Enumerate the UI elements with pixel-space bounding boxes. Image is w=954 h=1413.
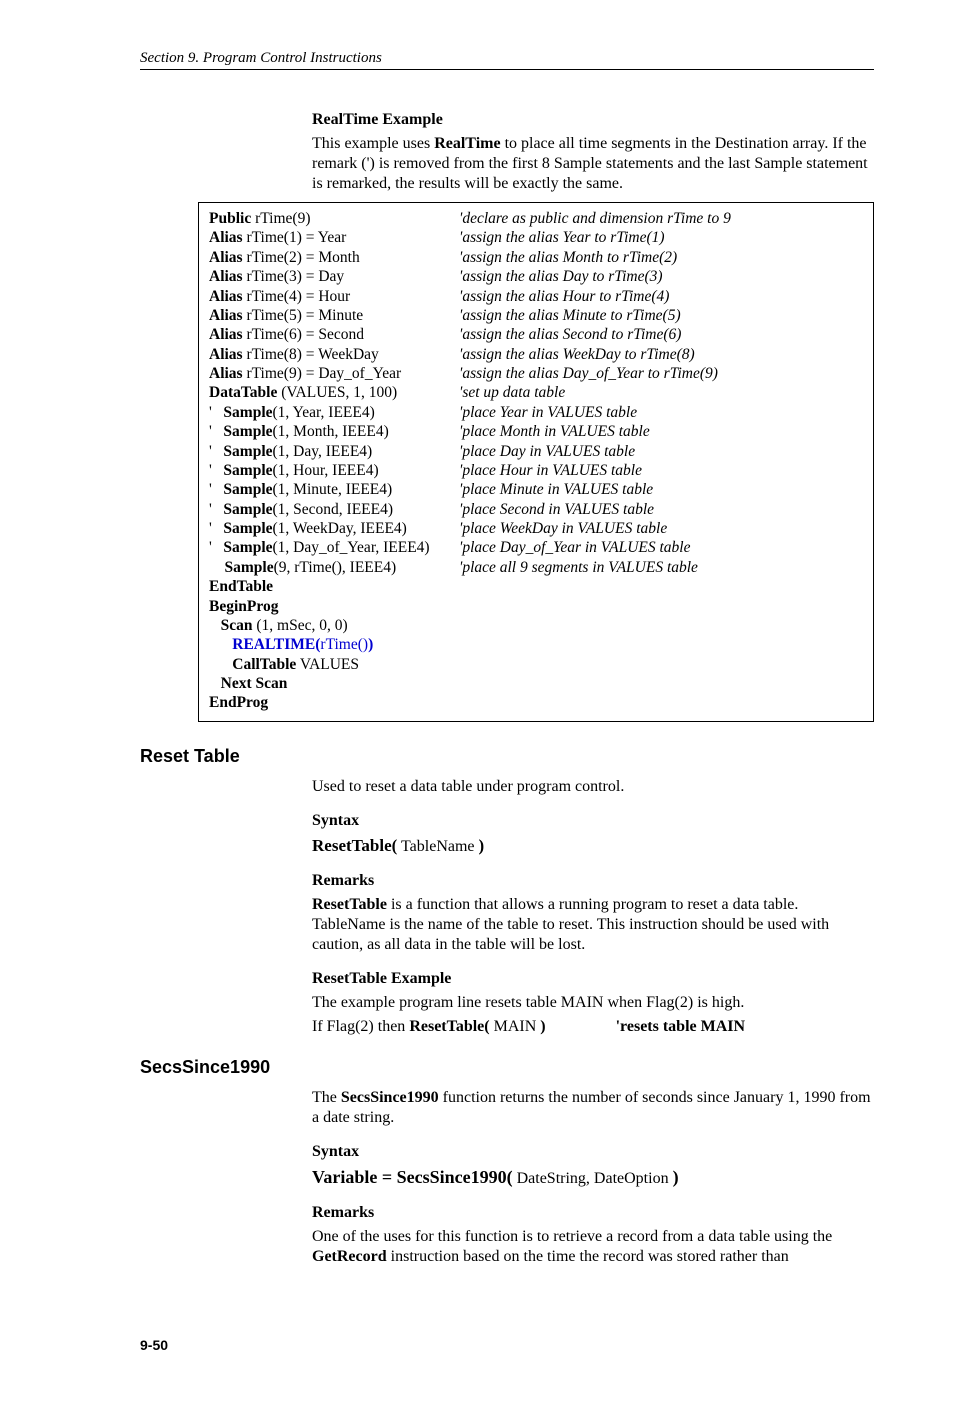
realtime-example-desc: This example uses RealTime to place all … <box>312 134 874 194</box>
text: ) <box>540 1018 545 1035</box>
text: ResetTable( <box>409 1018 489 1035</box>
remarks-label: Remarks <box>312 871 874 891</box>
syntax-label: Syntax <box>312 811 874 831</box>
text: ResetTable( <box>312 836 397 855</box>
code-line: ' Sample(1, Minute, IEEE4)'place Minute … <box>209 480 863 499</box>
code-line: ' Sample(1, Month, IEEE4)'place Month in… <box>209 422 863 441</box>
text: Variable = SecsSince1990( <box>312 1167 513 1187</box>
secs-remarks: One of the uses for this function is to … <box>312 1227 874 1267</box>
code-line: Alias rTime(8) = WeekDay'assign the alia… <box>209 345 863 364</box>
secssince1990-heading: SecsSince1990 <box>140 1057 874 1078</box>
code-line: EndTable <box>209 577 863 596</box>
reset-syntax: ResetTable( TableName ) <box>312 835 874 857</box>
syntax-label: Syntax <box>312 1142 874 1162</box>
text: TableName <box>397 838 478 855</box>
code-line: CallTable VALUES <box>209 655 863 674</box>
code-line: Alias rTime(9) = Day_of_Year'assign the … <box>209 364 863 383</box>
text: instruction based on the time the record… <box>387 1248 789 1265</box>
code-line: Public rTime(9)'declare as public and di… <box>209 209 863 228</box>
text: This example uses <box>312 135 434 152</box>
text: SecsSince1990 <box>341 1089 439 1106</box>
code-line: Next Scan <box>209 674 863 693</box>
text: The <box>312 1089 341 1106</box>
code-line: Alias rTime(5) = Minute'assign the alias… <box>209 306 863 325</box>
code-line: Alias rTime(2) = Month'assign the alias … <box>209 248 863 267</box>
text: GetRecord <box>312 1248 387 1265</box>
reset-example-line1: The example program line resets table MA… <box>312 993 874 1013</box>
code-line: ' Sample(1, Second, IEEE4)'place Second … <box>209 500 863 519</box>
code-line: Alias rTime(3) = Day'assign the alias Da… <box>209 267 863 286</box>
code-line: DataTable (VALUES, 1, 100)'set up data t… <box>209 383 863 402</box>
page-header: Section 9. Program Control Instructions <box>140 50 874 70</box>
code-line: Alias rTime(1) = Year'assign the alias Y… <box>209 228 863 247</box>
text: is a function that allows a running prog… <box>312 896 829 953</box>
text: RealTime <box>434 135 500 152</box>
reset-intro: Used to reset a data table under program… <box>312 777 874 797</box>
code-line: Scan (1, mSec, 0, 0) <box>209 616 863 635</box>
code-line: Sample(9, rTime(), IEEE4)'place all 9 se… <box>209 558 863 577</box>
remarks-label: Remarks <box>312 1203 874 1223</box>
page-number: 9-50 <box>140 1337 874 1353</box>
text: ) <box>673 1167 679 1187</box>
text: If Flag(2) then <box>312 1018 409 1035</box>
code-line: Alias rTime(4) = Hour'assign the alias H… <box>209 287 863 306</box>
code-line: REALTIME(rTime()) <box>209 635 863 654</box>
text: DateString, DateOption <box>513 1170 673 1187</box>
reset-remarks: ResetTable is a function that allows a r… <box>312 895 874 955</box>
code-line: EndProg <box>209 693 863 712</box>
code-example-box: Public rTime(9)'declare as public and di… <box>198 202 874 722</box>
text: ResetTable <box>312 896 387 913</box>
code-line: ' Sample(1, Day, IEEE4)'place Day in VAL… <box>209 442 863 461</box>
text: One of the uses for this function is to … <box>312 1228 832 1245</box>
code-line: BeginProg <box>209 597 863 616</box>
code-line: ' Sample(1, Day_of_Year, IEEE4)'place Da… <box>209 538 863 557</box>
secs-intro: The SecsSince1990 function returns the n… <box>312 1088 874 1128</box>
reset-example-title: ResetTable Example <box>312 969 874 989</box>
reset-example-line2: If Flag(2) then ResetTable( MAIN ) 'reset… <box>312 1017 874 1037</box>
code-line: ' Sample(1, WeekDay, IEEE4)'place WeekDa… <box>209 519 863 538</box>
code-line: ' Sample(1, Hour, IEEE4)'place Hour in V… <box>209 461 863 480</box>
realtime-example-title: RealTime Example <box>312 110 874 130</box>
text: 'resets table MAIN <box>616 1018 745 1035</box>
secs-syntax: Variable = SecsSince1990( DateString, Da… <box>312 1166 874 1189</box>
code-line: Alias rTime(6) = Second'assign the alias… <box>209 325 863 344</box>
reset-table-heading: Reset Table <box>140 746 874 767</box>
text: ) <box>479 836 485 855</box>
text: MAIN <box>490 1018 541 1035</box>
code-line: ' Sample(1, Year, IEEE4)'place Year in V… <box>209 403 863 422</box>
